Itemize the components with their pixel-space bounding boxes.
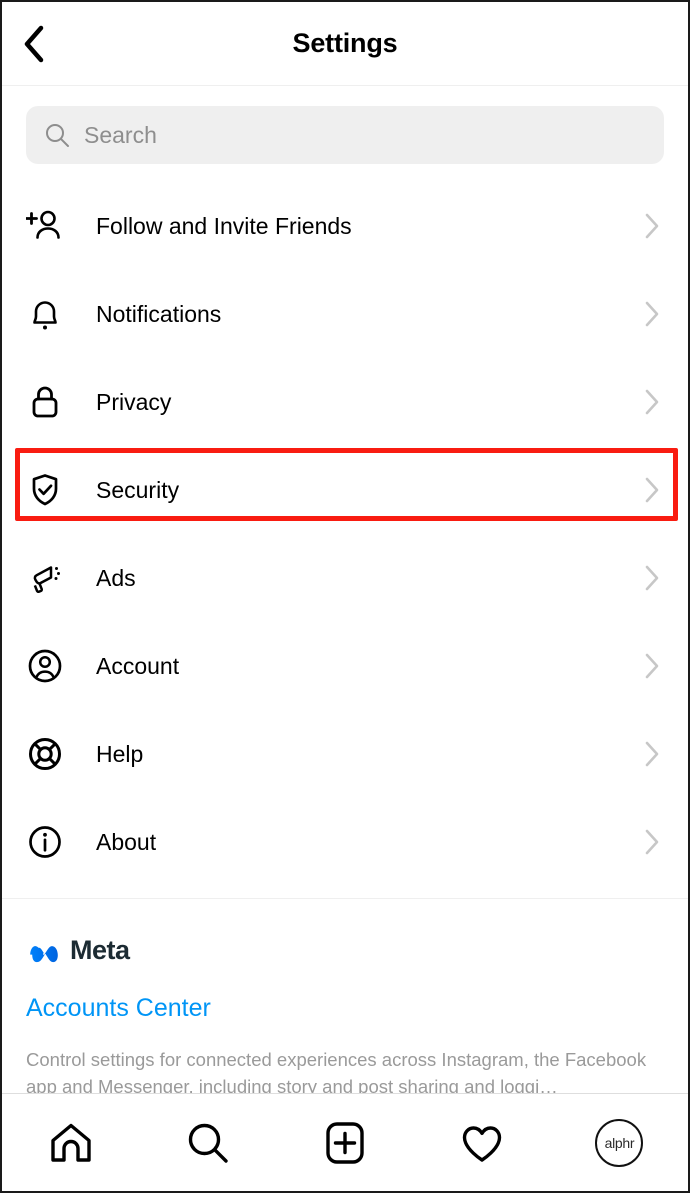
search-input[interactable]: Search <box>26 106 664 164</box>
plus-square-icon <box>319 1117 371 1169</box>
shield-check-icon <box>24 469 66 511</box>
page-title: Settings <box>292 28 398 58</box>
settings-row-label: Privacy <box>96 388 172 415</box>
chevron-right-icon <box>640 389 664 415</box>
chevron-right-icon <box>640 213 664 239</box>
home-icon <box>45 1117 97 1169</box>
add-person-icon <box>24 205 66 247</box>
settings-row-privacy[interactable]: Privacy <box>2 358 688 446</box>
meta-infinity-logo <box>26 938 62 964</box>
bottom-navigation-bar: alphr <box>2 1093 688 1191</box>
settings-row-notifications[interactable]: Notifications <box>2 270 688 358</box>
heart-icon <box>456 1117 508 1169</box>
search-placeholder: Search <box>84 121 157 148</box>
app-header: Settings <box>2 2 688 86</box>
settings-row-ads[interactable]: Ads <box>2 534 688 622</box>
person-circle-icon <box>24 645 66 687</box>
meta-wordmark: Meta <box>70 935 130 965</box>
meta-section: Meta Accounts Center Control settings fo… <box>2 899 688 1101</box>
chevron-right-icon <box>640 741 664 767</box>
nav-create-button[interactable] <box>276 1094 413 1191</box>
chevron-right-icon <box>640 653 664 679</box>
settings-row-label: Notifications <box>96 300 222 327</box>
nav-home-button[interactable] <box>2 1094 139 1191</box>
settings-row-help[interactable]: Help <box>2 710 688 798</box>
avatar-icon: alphr <box>595 1118 644 1167</box>
megaphone-icon <box>24 557 66 599</box>
meta-brand: Meta <box>26 935 664 966</box>
info-circle-icon <box>24 821 66 863</box>
settings-screen: Settings Search Follow and Invite Friend… <box>0 0 690 1193</box>
settings-row-security[interactable]: Security <box>2 446 688 534</box>
settings-row-about[interactable]: About <box>2 798 688 886</box>
settings-row-label: Ads <box>96 564 136 591</box>
bell-icon <box>24 293 66 335</box>
nav-profile-button[interactable]: alphr <box>551 1094 688 1191</box>
life-ring-icon <box>24 733 66 775</box>
search-container: Search <box>2 86 688 178</box>
chevron-left-icon <box>24 25 44 62</box>
nav-search-button[interactable] <box>139 1094 276 1191</box>
settings-row-label: About <box>96 828 157 855</box>
avatar-label: alphr <box>604 1134 635 1151</box>
settings-row-label: Security <box>96 476 180 503</box>
search-icon <box>46 124 69 147</box>
nav-activity-button[interactable] <box>414 1094 551 1191</box>
chevron-right-icon <box>640 565 664 591</box>
settings-list: Follow and Invite Friends Notifications <box>2 178 688 886</box>
settings-row-follow-and-invite-friends[interactable]: Follow and Invite Friends <box>2 182 688 270</box>
settings-row-label: Follow and Invite Friends <box>96 212 352 239</box>
back-button[interactable] <box>10 20 58 68</box>
chevron-right-icon <box>640 477 664 503</box>
chevron-right-icon <box>640 829 664 855</box>
settings-row-account[interactable]: Account <box>2 622 688 710</box>
accounts-center-link[interactable]: Accounts Center <box>26 994 211 1023</box>
chevron-right-icon <box>640 301 664 327</box>
lock-icon <box>24 381 66 423</box>
search-icon <box>182 1117 234 1169</box>
settings-row-label: Account <box>96 652 180 679</box>
settings-row-label: Help <box>96 740 144 767</box>
